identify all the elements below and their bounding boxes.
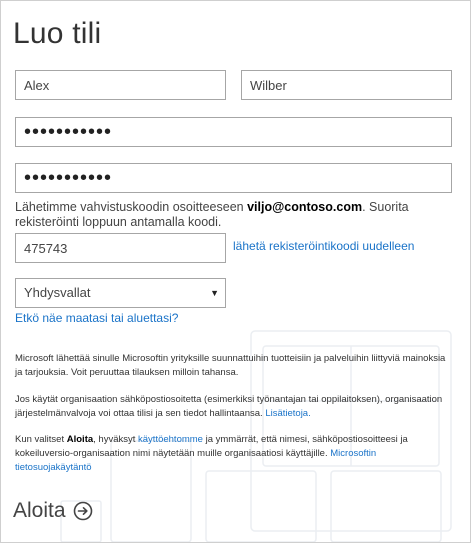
organization-notice: Jos käytät organisaation sähköpostiosoit… (15, 393, 455, 421)
start-button-label: Aloita (13, 499, 66, 522)
verification-text-before: Lähetimme vahvistuskoodin osoitteeseen (15, 200, 248, 214)
confirm-password-input[interactable] (15, 163, 452, 193)
terms-of-use-link[interactable]: käyttöehtomme (138, 434, 203, 445)
page-title: Luo tili (13, 17, 102, 50)
organization-notice-text: Jos käytät organisaation sähköpostiosoit… (15, 394, 443, 419)
arrow-right-circle-icon (73, 501, 92, 521)
learn-more-link[interactable]: Lisätietoja. (265, 408, 310, 419)
start-button[interactable]: Aloita (13, 499, 93, 523)
terms-text-b: , hyväksyt (93, 434, 139, 445)
resend-code-link[interactable]: lähetä rekisteröintikoodi uudelleen (233, 239, 414, 253)
last-name-input[interactable] (241, 70, 452, 100)
dropdown-arrow-icon: ▼ (210, 288, 219, 298)
verification-email: viljo@contoso.com (247, 200, 363, 214)
password-input[interactable] (15, 117, 452, 147)
marketing-notice: Microsoft lähettää sinulle Microsoftin y… (15, 353, 446, 378)
signup-window: Luo tili Lähetimme vahvistuskoodin osoit… (0, 0, 471, 543)
terms-notice: Kun valitset Aloita, hyväksyt käyttöehto… (15, 433, 455, 475)
verification-code-input[interactable] (15, 233, 226, 263)
terms-text-a: Kun valitset (15, 434, 67, 445)
country-help-link[interactable]: Etkö näe maatasi tai aluettasi? (15, 311, 178, 325)
terms-start-word: Aloita (66, 434, 94, 445)
first-name-input[interactable] (15, 70, 226, 100)
country-select-value: Yhdysvallat (24, 285, 91, 300)
verification-message: Lähetimme vahvistuskoodin osoitteeseen v… (15, 200, 455, 230)
country-select[interactable]: Yhdysvallat ▼ (15, 278, 226, 308)
